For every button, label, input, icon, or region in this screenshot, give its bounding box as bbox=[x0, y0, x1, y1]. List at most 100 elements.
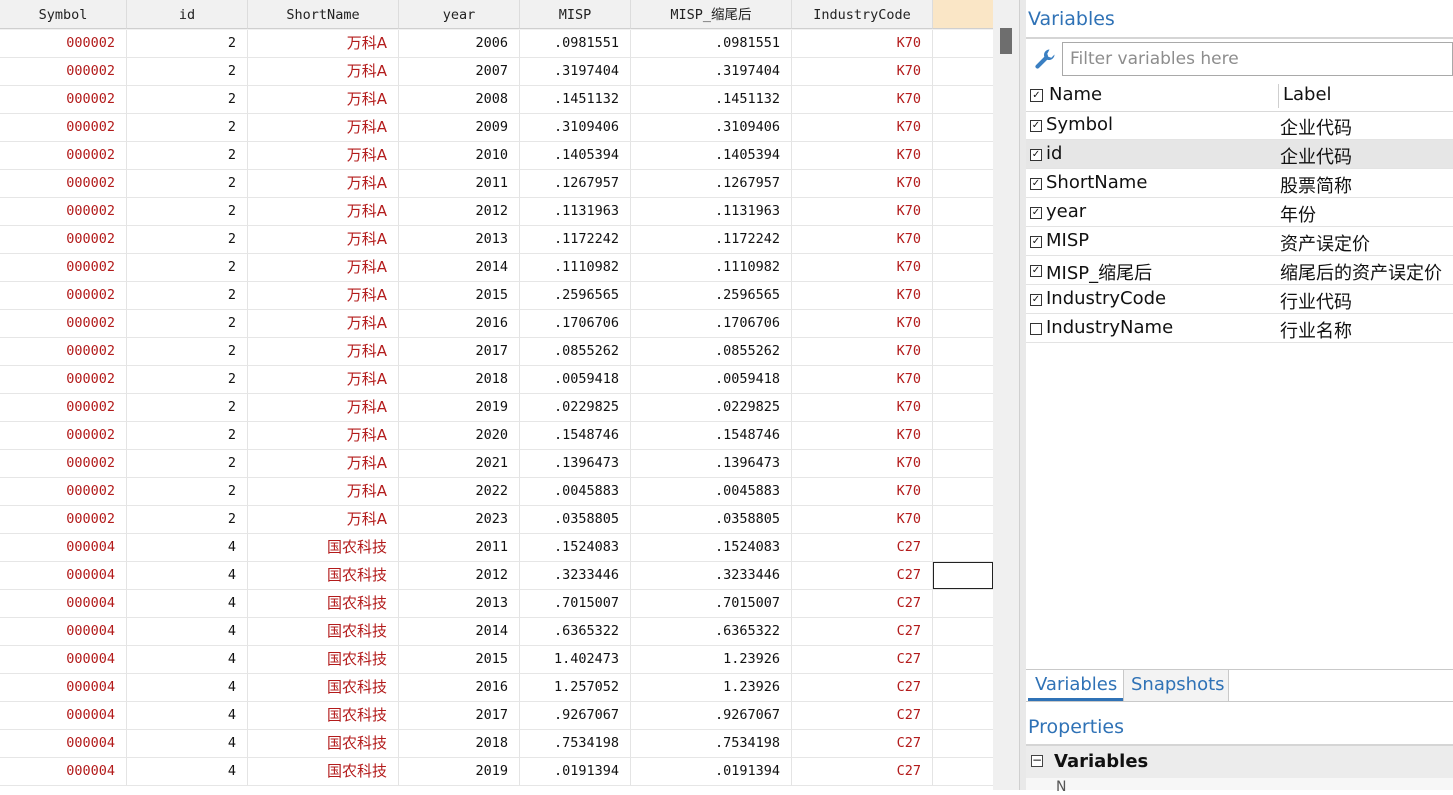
cell-misp[interactable]: 1.257052 bbox=[520, 674, 631, 702]
cell-shortname[interactable]: 国农科技 bbox=[248, 730, 399, 758]
cell-id[interactable]: 2 bbox=[127, 30, 248, 58]
table-row[interactable]: 000004 4 国农科技 2019.0191394.0191394 C27 bbox=[0, 758, 993, 786]
cell-symbol[interactable]: 000002 bbox=[0, 450, 127, 478]
cell-year[interactable]: 2013 bbox=[399, 590, 520, 618]
cell-id[interactable]: 4 bbox=[127, 674, 248, 702]
cell-misp_w[interactable]: .2596565 bbox=[631, 282, 792, 310]
cell-year[interactable]: 2010 bbox=[399, 142, 520, 170]
cell-id[interactable]: 4 bbox=[127, 758, 248, 786]
cell-shortname[interactable]: 万科A bbox=[248, 114, 399, 142]
cell-empty[interactable] bbox=[933, 534, 993, 562]
variable-row[interactable]: ✓ Symbol 企业代码 bbox=[1026, 111, 1453, 140]
variable-row[interactable]: ✓ IndustryCode 行业代码 bbox=[1026, 285, 1453, 314]
cell-id[interactable]: 2 bbox=[127, 198, 248, 226]
cell-misp_w[interactable]: .7534198 bbox=[631, 730, 792, 758]
cell-id[interactable]: 4 bbox=[127, 702, 248, 730]
variable-row[interactable]: ✓ id 企业代码 bbox=[1026, 140, 1453, 169]
cell-misp_w[interactable]: .0059418 bbox=[631, 366, 792, 394]
cell-industrycode[interactable]: C27 bbox=[792, 534, 933, 562]
collapse-icon[interactable]: − bbox=[1031, 754, 1043, 767]
cell-shortname[interactable]: 万科A bbox=[248, 30, 399, 58]
cell-misp_w[interactable]: .0358805 bbox=[631, 506, 792, 534]
cell-year[interactable]: 2017 bbox=[399, 702, 520, 730]
cell-symbol[interactable]: 000002 bbox=[0, 338, 127, 366]
table-row[interactable]: 000004 4 国农科技 2016 1.257052 1.23926 C27 bbox=[0, 674, 993, 702]
cell-year[interactable]: 2011 bbox=[399, 170, 520, 198]
cell-empty[interactable] bbox=[933, 422, 993, 450]
cell-shortname[interactable]: 万科A bbox=[248, 198, 399, 226]
wrench-icon[interactable] bbox=[1032, 46, 1058, 72]
cell-misp[interactable]: .0045883 bbox=[520, 478, 631, 506]
table-row[interactable]: 000002 2 万科A 2009.3109406.3109406 K70 bbox=[0, 114, 993, 142]
cell-misp[interactable]: .1524083 bbox=[520, 534, 631, 562]
cell-empty[interactable] bbox=[933, 170, 993, 198]
cell-shortname[interactable]: 万科A bbox=[248, 142, 399, 170]
column-header-next-empty[interactable] bbox=[933, 0, 993, 29]
table-row[interactable]: 000002 2 万科A 2010.1405394.1405394 K70 bbox=[0, 142, 993, 170]
cell-id[interactable]: 2 bbox=[127, 226, 248, 254]
cell-misp[interactable]: .1172242 bbox=[520, 226, 631, 254]
cell-misp[interactable]: .3233446 bbox=[520, 562, 631, 590]
cell-industrycode[interactable]: C27 bbox=[792, 646, 933, 674]
cell-industrycode[interactable]: K70 bbox=[792, 114, 933, 142]
cell-id[interactable]: 4 bbox=[127, 730, 248, 758]
cell-misp_w[interactable]: .1706706 bbox=[631, 310, 792, 338]
filter-variables-input[interactable] bbox=[1062, 42, 1453, 76]
cell-misp_w[interactable]: .1548746 bbox=[631, 422, 792, 450]
cell-empty[interactable] bbox=[933, 590, 993, 618]
cell-empty[interactable] bbox=[933, 758, 993, 786]
cell-symbol[interactable]: 000004 bbox=[0, 730, 127, 758]
cell-empty[interactable] bbox=[933, 226, 993, 254]
column-header-symbol[interactable]: Symbol bbox=[0, 0, 127, 29]
cell-symbol[interactable]: 000002 bbox=[0, 422, 127, 450]
cell-symbol[interactable]: 000002 bbox=[0, 198, 127, 226]
cell-shortname[interactable]: 万科A bbox=[248, 478, 399, 506]
cell-id[interactable]: 2 bbox=[127, 506, 248, 534]
table-row[interactable]: 000002 2 万科A 2008.1451132.1451132 K70 bbox=[0, 86, 993, 114]
checkbox-checked-icon[interactable]: ✓ bbox=[1030, 207, 1042, 219]
cell-year[interactable]: 2007 bbox=[399, 58, 520, 86]
cell-misp[interactable]: .1548746 bbox=[520, 422, 631, 450]
table-row[interactable]: 000002 2 万科A 2016.1706706.1706706 K70 bbox=[0, 310, 993, 338]
cell-shortname[interactable]: 万科A bbox=[248, 450, 399, 478]
cell-shortname[interactable]: 万科A bbox=[248, 422, 399, 450]
cell-misp[interactable]: .1405394 bbox=[520, 142, 631, 170]
cell-misp_w[interactable]: .3233446 bbox=[631, 562, 792, 590]
cell-misp[interactable]: 1.402473 bbox=[520, 646, 631, 674]
cell-shortname[interactable]: 国农科技 bbox=[248, 562, 399, 590]
cell-symbol[interactable]: 000002 bbox=[0, 394, 127, 422]
cell-id[interactable]: 2 bbox=[127, 450, 248, 478]
cell-year[interactable]: 2023 bbox=[399, 506, 520, 534]
cell-shortname[interactable]: 万科A bbox=[248, 226, 399, 254]
cell-shortname[interactable]: 国农科技 bbox=[248, 534, 399, 562]
table-row[interactable]: 000004 4 国农科技 2018.7534198.7534198 C27 bbox=[0, 730, 993, 758]
cell-misp[interactable]: .3197404 bbox=[520, 58, 631, 86]
cell-empty[interactable] bbox=[933, 366, 993, 394]
cell-year[interactable]: 2011 bbox=[399, 534, 520, 562]
cell-industrycode[interactable]: K70 bbox=[792, 142, 933, 170]
cell-misp_w[interactable]: .0045883 bbox=[631, 478, 792, 506]
table-row[interactable]: 000002 2 万科A 2014.1110982.1110982 K70 bbox=[0, 254, 993, 282]
cell-year[interactable]: 2014 bbox=[399, 254, 520, 282]
cell-industrycode[interactable]: K70 bbox=[792, 198, 933, 226]
label-column-header[interactable]: Label bbox=[1283, 84, 1332, 105]
cell-misp_w[interactable]: .6365322 bbox=[631, 618, 792, 646]
cell-symbol[interactable]: 000002 bbox=[0, 478, 127, 506]
cell-industrycode[interactable]: C27 bbox=[792, 590, 933, 618]
cell-shortname[interactable]: 万科A bbox=[248, 254, 399, 282]
cell-misp_w[interactable]: .1396473 bbox=[631, 450, 792, 478]
cell-year[interactable]: 2015 bbox=[399, 282, 520, 310]
cell-symbol[interactable]: 000004 bbox=[0, 646, 127, 674]
cell-misp[interactable]: .3109406 bbox=[520, 114, 631, 142]
cell-id[interactable]: 4 bbox=[127, 562, 248, 590]
table-row[interactable]: 000002 2 万科A 2013.1172242.1172242 K70 bbox=[0, 226, 993, 254]
vertical-scrollbar[interactable] bbox=[993, 0, 1019, 790]
cell-year[interactable]: 2017 bbox=[399, 338, 520, 366]
cell-empty[interactable] bbox=[933, 114, 993, 142]
cell-symbol[interactable]: 000002 bbox=[0, 506, 127, 534]
table-row[interactable]: 000004 4 国农科技 2015 1.402473 1.23926 C27 bbox=[0, 646, 993, 674]
cell-empty[interactable] bbox=[933, 646, 993, 674]
cell-symbol[interactable]: 000004 bbox=[0, 562, 127, 590]
cell-misp_w[interactable]: .3109406 bbox=[631, 114, 792, 142]
variable-row[interactable]: ✓ year 年份 bbox=[1026, 198, 1453, 227]
